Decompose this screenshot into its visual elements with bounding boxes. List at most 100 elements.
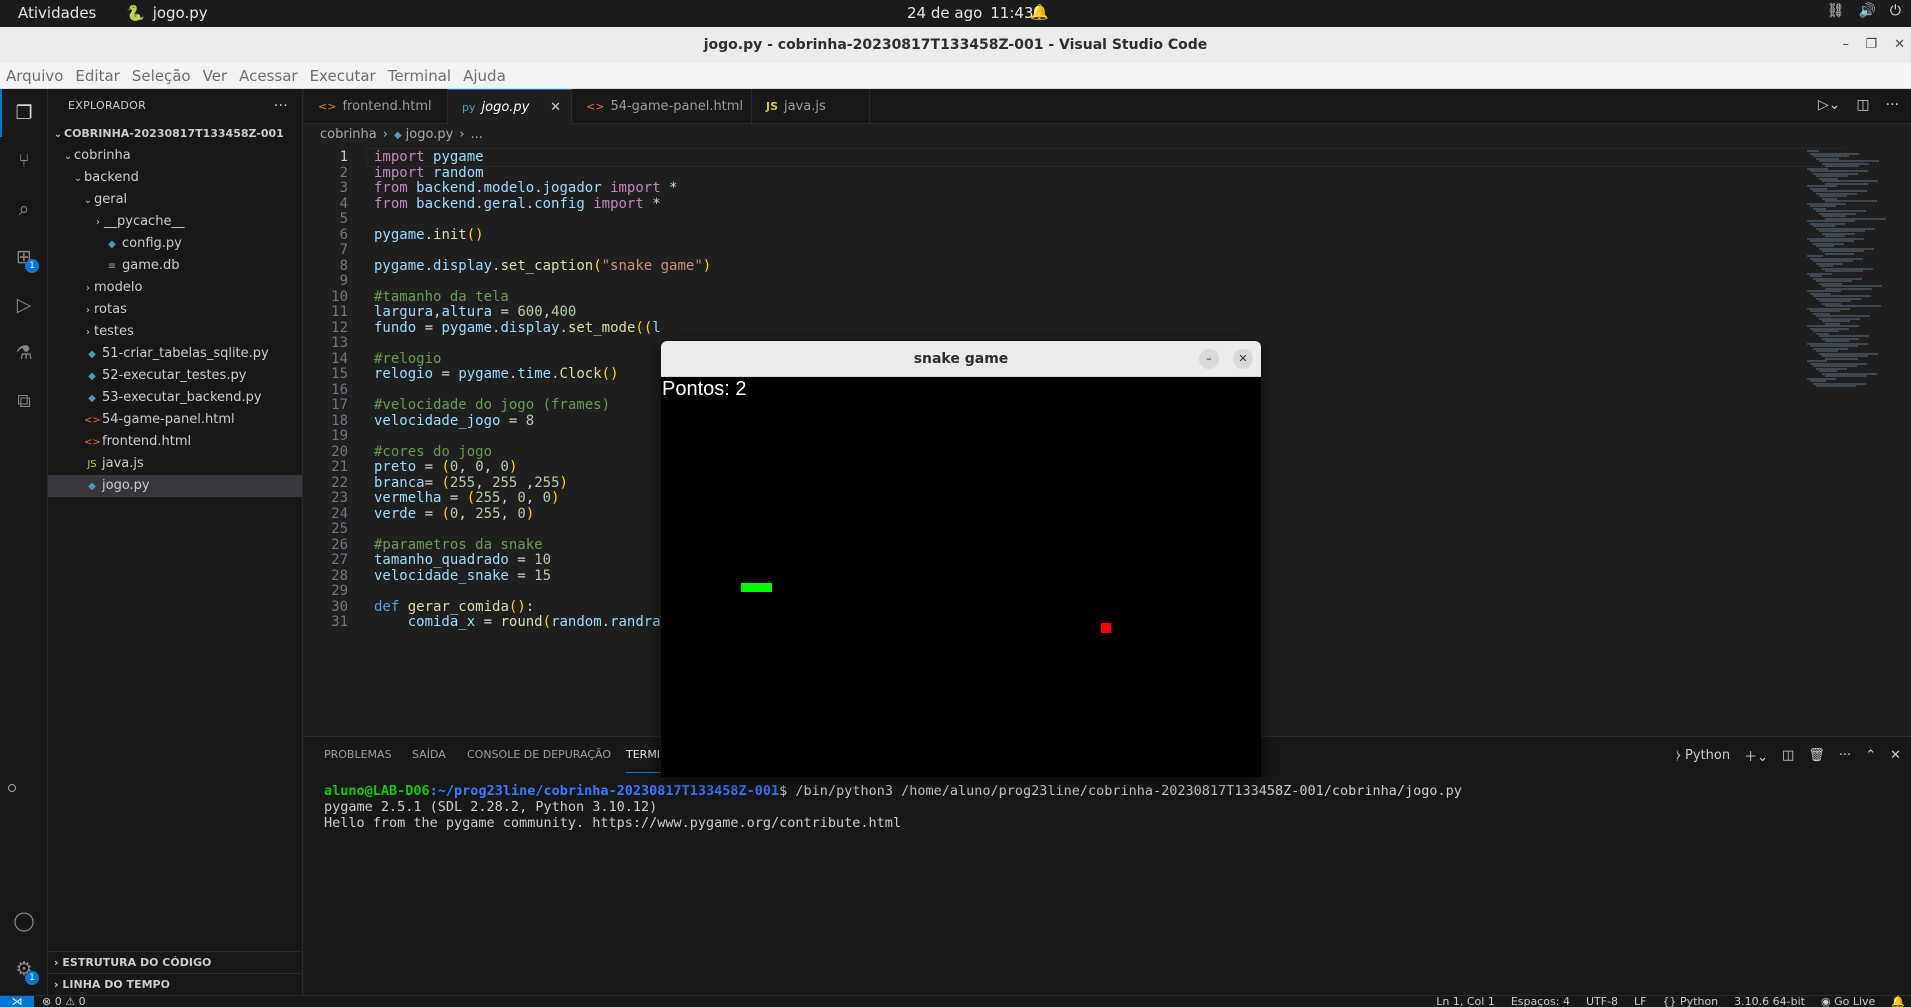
tab-debug-console[interactable]: CONSOLE DE DEPURAÇÃO xyxy=(467,737,611,773)
tree-item[interactable]: <>frontend.html xyxy=(48,431,302,453)
app-menu[interactable]: 🐍 jogo.py xyxy=(126,4,208,22)
source-control-icon[interactable]: ⑂ xyxy=(12,149,36,173)
breadcrumb-symbol[interactable]: ... xyxy=(471,127,483,142)
maximize-panel-icon[interactable]: ⌃ xyxy=(1865,748,1876,763)
search-icon[interactable]: ⌕ xyxy=(12,197,36,221)
clock[interactable]: 24 de ago 11:43 xyxy=(907,4,1034,22)
game-title-bar[interactable]: snake game – ✕ xyxy=(661,341,1261,377)
prompt-user: aluno@LAB-D06 xyxy=(324,783,430,799)
clock-date: 24 de ago xyxy=(907,4,983,22)
menu-selection[interactable]: Seleção xyxy=(132,67,191,85)
indentation[interactable]: Espaços: 4 xyxy=(1511,996,1570,1007)
python-file-icon: ◆ xyxy=(393,130,402,141)
more-actions-icon[interactable]: ··· xyxy=(1839,748,1851,763)
tab-frontend-html[interactable]: <> frontend.html xyxy=(304,89,448,124)
tab-java-js[interactable]: JS java.js xyxy=(752,89,870,124)
tree-item[interactable]: JS java.js xyxy=(48,453,302,475)
explorer-icon[interactable]: ❐ xyxy=(12,101,36,125)
language-mode[interactable]: {} Python xyxy=(1663,996,1719,1007)
tree-item[interactable]: › modelo xyxy=(48,277,302,299)
minimap-line xyxy=(1825,252,1854,255)
trash-icon[interactable]: 🗑 xyxy=(1808,748,1825,763)
tree-item[interactable]: › rotas xyxy=(48,299,302,321)
python-file-icon: ◆ xyxy=(88,371,96,382)
testing-icon[interactable]: ⚗ xyxy=(12,341,36,365)
python-file-icon: ◆ xyxy=(108,239,116,250)
tab-output[interactable]: SAÍDA xyxy=(412,737,446,773)
minimize-window-button[interactable]: – xyxy=(1843,27,1850,63)
tree-item[interactable]: ◆ jogo.py xyxy=(48,475,302,497)
restore-window-button[interactable]: ❐ xyxy=(1865,27,1877,63)
run-python-file-icon[interactable]: ▷⌄ xyxy=(1818,97,1841,113)
menu-run[interactable]: Executar xyxy=(310,67,376,85)
menu-go[interactable]: Acessar xyxy=(239,67,297,85)
editor-actions: ▷⌄ ◫ ··· xyxy=(1818,97,1899,113)
game-canvas[interactable]: Pontos: 2 xyxy=(661,377,1261,777)
breadcrumb-folder[interactable]: cobrinha xyxy=(320,127,377,142)
menu-terminal[interactable]: Terminal xyxy=(388,67,451,85)
tree-item[interactable]: ⌄ cobrinha xyxy=(48,145,302,167)
tree-item[interactable]: › testes xyxy=(48,321,302,343)
tree-item[interactable]: ◆ config.py xyxy=(48,233,302,255)
close-tab-icon[interactable]: ✕ xyxy=(550,90,561,125)
tab-problems[interactable]: PROBLEMAS xyxy=(324,737,392,773)
clock-time: 11:43 xyxy=(990,4,1034,22)
tab-54-game-panel-html[interactable]: <> 54-game-panel.html xyxy=(572,89,752,124)
outline-section[interactable]: › ESTRUTURA DO CÓDIGO xyxy=(48,951,302,973)
more-actions-icon[interactable]: ··· xyxy=(274,89,288,123)
split-terminal-icon[interactable]: ◫ xyxy=(1782,748,1794,763)
end-of-line[interactable]: LF xyxy=(1634,996,1646,1007)
cursor-position[interactable]: Ln 1, Col 1 xyxy=(1436,996,1495,1007)
tab-jogo-py[interactable]: py jogo.py ✕ xyxy=(448,89,572,124)
encoding[interactable]: UTF-8 xyxy=(1586,996,1618,1007)
tree-item[interactable]: ⌄ backend xyxy=(48,167,302,189)
game-close-button[interactable]: ✕ xyxy=(1233,349,1253,369)
more-actions-icon[interactable]: ··· xyxy=(1886,97,1899,113)
activities-button[interactable]: Atividades xyxy=(18,4,96,22)
menu-file[interactable]: Arquivo xyxy=(6,67,63,85)
split-editor-icon[interactable]: ◫ xyxy=(1856,97,1869,113)
system-tray[interactable]: ⛓ 🔊 ⏻ xyxy=(1827,3,1901,19)
remote-explorer-icon[interactable]: ⧉ xyxy=(12,389,36,413)
python-interpreter[interactable]: 3.10.6 64-bit xyxy=(1734,996,1805,1007)
braces-icon: {} xyxy=(1662,995,1677,1007)
new-terminal-icon[interactable]: ＋⌄ xyxy=(1744,746,1768,765)
go-live-button[interactable]: ◉ Go Live xyxy=(1821,996,1875,1007)
tree-item[interactable]: ◆ 52-executar_testes.py xyxy=(48,365,302,387)
chevron-down-icon: ⌄ xyxy=(83,195,93,206)
tree-item[interactable]: <>54-game-panel.html xyxy=(48,409,302,431)
tab-label: 54-game-panel.html xyxy=(610,99,744,114)
notification-bell-icon[interactable]: 🔔 xyxy=(1030,3,1049,21)
tree-item-label: backend xyxy=(84,170,139,185)
menu-edit[interactable]: Editar xyxy=(75,67,119,85)
terminal-profile[interactable]: ⧽ Python xyxy=(1676,748,1730,763)
tree-item[interactable]: ◆ 51-criar_tabelas_sqlite.py xyxy=(48,343,302,365)
python-file-icon: ◆ xyxy=(88,393,96,404)
terminal-decoration-icon xyxy=(8,784,16,792)
breadcrumb-file[interactable]: jogo.py xyxy=(406,127,454,142)
html-file-icon: <> xyxy=(318,100,337,113)
menu-view[interactable]: Ver xyxy=(203,67,228,85)
tree-item[interactable]: › __pycache__ xyxy=(48,211,302,233)
accounts-icon[interactable]: ◯ xyxy=(12,909,36,933)
settings-badge: 1 xyxy=(25,971,39,985)
minimap[interactable] xyxy=(1801,146,1911,736)
notifications-icon[interactable]: 🔔 xyxy=(1891,996,1905,1007)
run-debug-icon[interactable]: ▷ xyxy=(12,293,36,317)
close-panel-icon[interactable]: ✕ xyxy=(1890,748,1901,763)
game-minimize-button[interactable]: – xyxy=(1199,349,1219,369)
tree-item-label: config.py xyxy=(122,236,182,251)
problems-status[interactable]: ⊗ 0 ⚠ 0 xyxy=(42,996,86,1007)
menu-help[interactable]: Ajuda xyxy=(463,67,506,85)
explorer-root-folder[interactable]: ⌄ COBRINHA-20230817T133458Z-001 xyxy=(48,123,302,145)
chevron-down-icon: ⌄ xyxy=(63,151,73,162)
tree-item[interactable]: ⌄ geral xyxy=(48,189,302,211)
snake-game-window[interactable]: snake game – ✕ Pontos: 2 xyxy=(661,341,1261,777)
code-line[interactable]: 31 comida_x = round(random.randra xyxy=(304,613,661,632)
close-window-button[interactable]: ✕ xyxy=(1894,27,1905,63)
timeline-section[interactable]: › LINHA DO TEMPO xyxy=(48,973,302,995)
tab-terminal[interactable]: TERMI xyxy=(626,737,661,773)
tree-item[interactable]: ≡ game.db xyxy=(48,255,302,277)
tree-item[interactable]: ◆ 53-executar_backend.py xyxy=(48,387,302,409)
remote-indicator-icon[interactable]: ⋊ xyxy=(0,996,34,1007)
